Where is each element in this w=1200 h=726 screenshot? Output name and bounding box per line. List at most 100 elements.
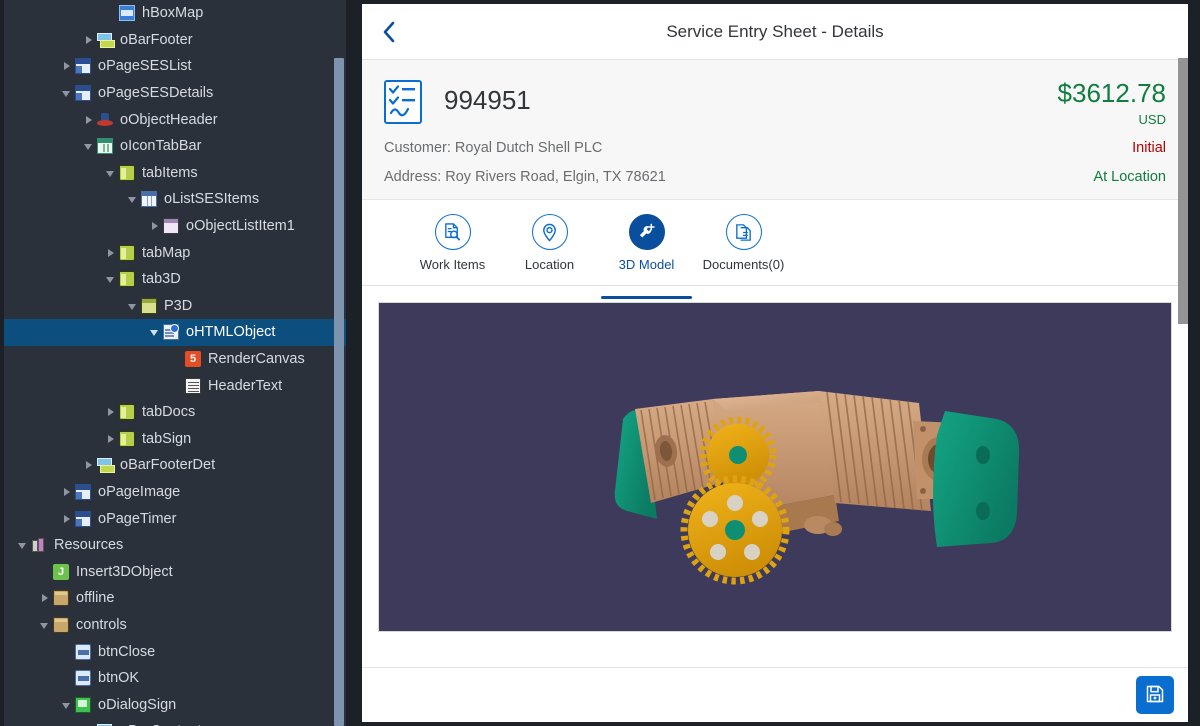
chevron-right-icon[interactable]	[60, 479, 75, 505]
chevron-right-icon[interactable]	[38, 585, 53, 611]
tree-item-oListSESItems[interactable]: oListSESItems	[4, 186, 346, 213]
chevron-down-icon[interactable]	[82, 133, 97, 159]
tree-item-HeaderText[interactable]: HeaderText	[4, 372, 346, 399]
chevron-right-icon[interactable]	[82, 107, 97, 133]
bar-icon	[97, 457, 115, 474]
project-explorer-tree[interactable]: hBoxMap oBarFooter oPageSESList oPageSESDet…	[0, 0, 346, 726]
tree-item-Insert3DObject[interactable]: Insert3DObject	[4, 558, 346, 585]
tree-item-hBoxMap[interactable]: hBoxMap	[4, 0, 346, 27]
address-row: Address: Roy Rivers Road, Elgin, TX 7862…	[384, 169, 1166, 185]
tree-item-tabDocs[interactable]: tabDocs	[4, 399, 346, 426]
folder-icon	[119, 271, 135, 288]
bar-icon	[97, 32, 115, 48]
tree-item-oPageSESDetails[interactable]: oPageSESDetails	[4, 80, 346, 107]
chevron-down-icon[interactable]	[104, 266, 119, 292]
tree-item-oBarContent[interactable]: oBarContent	[4, 718, 346, 726]
customer-label: Customer: Royal Dutch Shell PLC	[384, 140, 603, 156]
app-vertical-scrollbar[interactable]	[1178, 58, 1188, 324]
wrench-plus-icon	[628, 214, 665, 250]
hat-icon	[97, 112, 113, 128]
tree-item-oPageSESList[interactable]: oPageSESList	[4, 53, 346, 80]
tree-item-oHTMLObject[interactable]: oHTMLObject	[4, 319, 346, 346]
tree-item-label: Insert3DObject	[76, 563, 173, 580]
tree-item-btnOK[interactable]: btnOK	[4, 665, 346, 692]
save-button[interactable]	[1136, 676, 1174, 714]
tree-item-tabSign[interactable]: tabSign	[4, 426, 346, 453]
address-label: Address: Roy Rivers Road, Elgin, TX 7862…	[384, 169, 666, 185]
js-icon	[53, 563, 69, 580]
chevron-down-icon[interactable]	[104, 160, 119, 186]
tree-item-Resources[interactable]: Resources	[4, 532, 346, 559]
tree-item-tab3D[interactable]: tab3D	[4, 266, 346, 293]
tree-item-oPageImage[interactable]: oPageImage	[4, 479, 346, 506]
tree-item-controls[interactable]: controls	[4, 612, 346, 639]
chevron-down-icon[interactable]	[126, 293, 141, 319]
icon-tab-bar[interactable]: Work Items Location 3D Model Documents(0)	[362, 200, 1188, 299]
chevron-right-icon[interactable]	[82, 27, 97, 53]
tree-item-label: oBarFooterDet	[120, 457, 216, 474]
tab-documents-0[interactable]: Documents(0)	[695, 214, 792, 285]
tree-item-oBarFooterDet[interactable]: oBarFooterDet	[4, 452, 346, 479]
tree-item-oDialogSign[interactable]: oDialogSign	[4, 691, 346, 718]
chevron-right-icon[interactable]	[82, 718, 97, 726]
tab-location[interactable]: Location	[501, 214, 598, 285]
folder-icon	[119, 430, 135, 447]
object-number: 994951	[444, 85, 531, 115]
tree-item-oObjectHeader[interactable]: oObjectHeader	[4, 106, 346, 133]
chevron-down-icon[interactable]	[38, 612, 53, 638]
tree-item-label: hBoxMap	[142, 5, 204, 22]
table-icon	[141, 191, 157, 208]
status-badge-primary: Initial	[1132, 140, 1166, 156]
chevron-down-icon[interactable]	[148, 319, 163, 345]
chevron-right-icon[interactable]	[60, 53, 75, 79]
chevron-right-icon[interactable]	[104, 426, 119, 452]
tree-item-oBarFooter[interactable]: oBarFooter	[4, 27, 346, 54]
chevron-down-icon[interactable]	[60, 80, 75, 106]
object-header: 994951 $3612.78 USD Customer: Royal Dutc…	[362, 60, 1188, 200]
tree-item-oIconTabBar[interactable]: oIconTabBar	[4, 133, 346, 160]
chevron-right-icon[interactable]	[148, 213, 163, 239]
tree-item-label: tabDocs	[142, 404, 196, 421]
tree-item-btnClose[interactable]: btnClose	[4, 638, 346, 665]
tree-item-label: oObjectListItem1	[186, 218, 295, 235]
status-badge-secondary: At Location	[1093, 169, 1166, 185]
chevron-right-icon[interactable]	[104, 240, 119, 266]
tree-item-label: Resources	[54, 537, 124, 554]
chevron-down-icon[interactable]	[126, 186, 141, 212]
tree-item-P3D[interactable]: P3D	[4, 293, 346, 320]
hbox-icon	[119, 5, 135, 22]
app-footer-bar	[362, 667, 1188, 722]
document-search-icon	[434, 214, 471, 250]
folder-icon	[119, 164, 135, 181]
tree-item-label: oPageSESDetails	[98, 85, 214, 102]
tree-item-offline[interactable]: offline	[4, 585, 346, 612]
chevron-down-icon[interactable]	[60, 692, 75, 718]
chevron-right-icon[interactable]	[82, 452, 97, 478]
chevron-right-icon[interactable]	[60, 506, 75, 532]
chevron-down-icon[interactable]	[16, 532, 31, 558]
chevron-right-icon[interactable]	[104, 399, 119, 425]
tree-item-label: btnOK	[98, 670, 140, 687]
3d-model-canvas[interactable]	[378, 302, 1172, 632]
tree-item-label: HeaderText	[208, 377, 283, 394]
tab-label: Location	[524, 257, 575, 272]
tree-item-label: oPageImage	[98, 483, 181, 500]
tree-vertical-scrollbar[interactable]	[334, 58, 344, 726]
tree-item-tabItems[interactable]: tabItems	[4, 160, 346, 187]
dialog-icon	[75, 696, 91, 713]
tree-item-tabMap[interactable]: tabMap	[4, 239, 346, 266]
tree-item-label: tabItems	[142, 164, 198, 181]
tree-item-label: RenderCanvas	[208, 351, 305, 368]
btn-icon	[75, 643, 91, 660]
tab-work-items[interactable]: Work Items	[404, 214, 501, 285]
tree-item-oObjectListItem1[interactable]: oObjectListItem1	[4, 213, 346, 240]
tree-item-RenderCanvas[interactable]: RenderCanvas	[4, 346, 346, 373]
tree-item-label: oIconTabBar	[120, 138, 202, 155]
tree-item-oPageTimer[interactable]: oPageTimer	[4, 505, 346, 532]
tab-3d-model[interactable]: 3D Model	[598, 214, 695, 299]
